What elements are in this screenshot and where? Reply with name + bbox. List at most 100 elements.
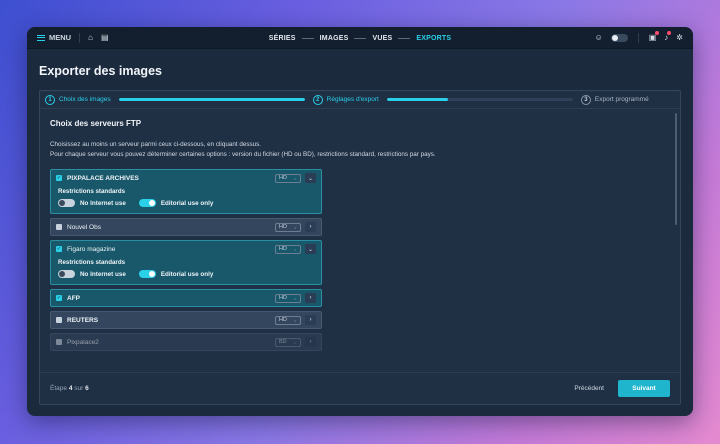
topbar-actions: ☺ ▣ ♪ ✲	[595, 31, 683, 43]
stepper: 1 Choix des images 2 Réglages d'export 3…	[40, 91, 680, 109]
server-header: ✓ PIXPALACE ARCHIVES HD ⌄	[51, 170, 321, 186]
app-window: MENU ⌂ ▤ SÉRIES IMAGES VUES EXPORTS ☺ ▣ …	[27, 27, 693, 416]
editorial-label: Editorial use only	[160, 270, 214, 278]
chevron-right-icon[interactable]: ›	[305, 222, 316, 232]
assistant-icon[interactable]: ☺	[595, 33, 603, 42]
nav-series[interactable]: SÉRIES	[269, 35, 296, 42]
chevron-right-icon[interactable]: ›	[305, 337, 316, 347]
server-name: REUTERS	[67, 316, 99, 324]
home-icon[interactable]: ⌂	[88, 33, 93, 42]
server-card[interactable]: Pixpalace2 BD ›	[50, 333, 322, 351]
list-icon[interactable]: ▤	[101, 33, 109, 42]
main-nav: SÉRIES IMAGES VUES EXPORTS	[27, 27, 693, 49]
server-checkbox[interactable]: ✓	[56, 175, 62, 181]
step-sep: sur	[74, 385, 84, 392]
wizard-footer: Étape 4 sur 6 Précédent Suivant	[40, 372, 680, 404]
format-select[interactable]: HD	[275, 244, 301, 254]
server-name: Nouvel Obs	[67, 223, 101, 231]
editorial-toggle[interactable]	[138, 199, 156, 207]
export-panel: 1 Choix des images 2 Réglages d'export 3…	[39, 90, 681, 405]
server-checkbox[interactable]	[56, 339, 62, 345]
server-card[interactable]: ✓ AFP HD ›	[50, 289, 322, 307]
server-header: ✓ Figaro magazine HD ⌄	[51, 241, 321, 257]
editorial-label: Editorial use only	[160, 199, 214, 207]
format-select[interactable]: HD	[275, 173, 301, 183]
chevron-right-icon[interactable]: ›	[305, 315, 316, 325]
restriction-options: No Internet use Editorial use only	[58, 270, 314, 278]
server-checkbox[interactable]: ✓	[56, 246, 62, 252]
progress-fill	[118, 98, 305, 101]
step-3[interactable]: 3 Export programmé	[580, 94, 649, 105]
progress-fill	[386, 98, 449, 101]
step-number: 3	[580, 94, 591, 105]
step-progress-bar	[386, 98, 573, 101]
divider	[637, 32, 639, 43]
step-label: Réglages d'export	[326, 96, 379, 103]
step-label: Export programmé	[594, 96, 649, 103]
previous-button[interactable]: Précédent	[574, 385, 604, 392]
server-card[interactable]: ✓ Figaro magazine HD ⌄ Restrictions stan…	[50, 240, 322, 285]
server-card[interactable]: Nouvel Obs HD ›	[50, 218, 322, 236]
step-total: 6	[85, 385, 89, 392]
nav-exports[interactable]: EXPORTS	[416, 35, 451, 42]
no-internet-toggle[interactable]	[58, 199, 75, 207]
nav-vues[interactable]: VUES	[372, 35, 392, 42]
format-select[interactable]: HD	[275, 315, 301, 325]
server-card[interactable]: REUTERS HD ›	[50, 311, 322, 329]
content-area: Choix des serveurs FTP Choisissez au moi…	[40, 109, 680, 372]
divider	[79, 32, 81, 43]
server-card[interactable]: ✓ PIXPALACE ARCHIVES HD ⌄ Restrictions s…	[50, 169, 322, 214]
format-select[interactable]: BD	[275, 337, 301, 347]
server-checkbox[interactable]	[56, 317, 62, 323]
gear-icon[interactable]: ✲	[676, 33, 683, 42]
section-title: Choix des serveurs FTP	[50, 119, 142, 128]
notification-dot	[667, 31, 672, 35]
server-header: Pixpalace2 BD ›	[51, 334, 321, 350]
server-name: Figaro magazine	[67, 245, 116, 253]
step-label: Choix des images	[59, 96, 111, 103]
format-select[interactable]: HD	[275, 293, 301, 303]
server-header: ✓ AFP HD ›	[51, 290, 321, 306]
server-checkbox[interactable]	[56, 224, 62, 230]
step-number: 2	[312, 94, 323, 105]
step-prefix: Étape	[50, 385, 67, 392]
format-select[interactable]: HD	[275, 222, 301, 232]
restriction-options: No Internet use Editorial use only	[58, 199, 314, 207]
cart-icon[interactable]: ▣	[649, 31, 660, 42]
section-description: Choisissez au moins un serveur parmi ceu…	[50, 140, 670, 159]
bell-icon[interactable]: ♪	[664, 31, 672, 42]
nav-separator	[301, 37, 314, 39]
server-options: Restrictions standards No Internet use E…	[51, 186, 321, 213]
server-header: Nouvel Obs HD ›	[51, 219, 321, 235]
server-options: Restrictions standards No Internet use E…	[51, 257, 321, 284]
chevron-down-icon[interactable]: ⌄	[305, 244, 316, 254]
nav-images[interactable]: IMAGES	[320, 35, 349, 42]
server-name: PIXPALACE ARCHIVES	[67, 174, 139, 182]
next-button[interactable]: Suivant	[618, 380, 670, 397]
step-indicator: Étape 4 sur 6	[50, 385, 89, 392]
step-2[interactable]: 2 Réglages d'export	[312, 94, 379, 105]
chevron-right-icon[interactable]: ›	[305, 293, 316, 303]
server-header: REUTERS HD ›	[51, 312, 321, 328]
nav-separator	[354, 37, 367, 39]
chevron-down-icon[interactable]: ⌄	[305, 173, 316, 183]
step-1[interactable]: 1 Choix des images	[45, 94, 111, 105]
menu-button[interactable]: MENU	[37, 33, 71, 42]
server-name: Pixpalace2	[67, 338, 99, 346]
description-line: Choisissez au moins un serveur parmi ceu…	[50, 141, 262, 148]
step-progress-bar	[118, 98, 305, 101]
scrollbar[interactable]	[675, 113, 677, 225]
description-line: Pour chaque serveur vous pouvez détermin…	[50, 150, 436, 158]
server-name: AFP	[67, 294, 80, 302]
step-current: 4	[68, 385, 73, 392]
notification-dot	[655, 31, 660, 35]
theme-toggle[interactable]	[610, 33, 628, 42]
server-checkbox[interactable]: ✓	[56, 295, 62, 301]
restrictions-title: Restrictions standards	[58, 188, 126, 195]
editorial-toggle[interactable]	[138, 270, 156, 278]
top-bar: MENU ⌂ ▤ SÉRIES IMAGES VUES EXPORTS ☺ ▣ …	[27, 27, 693, 49]
no-internet-toggle[interactable]	[58, 270, 75, 278]
menu-label: MENU	[49, 33, 72, 42]
no-internet-label: No Internet use	[80, 199, 126, 207]
nav-separator	[398, 37, 411, 39]
